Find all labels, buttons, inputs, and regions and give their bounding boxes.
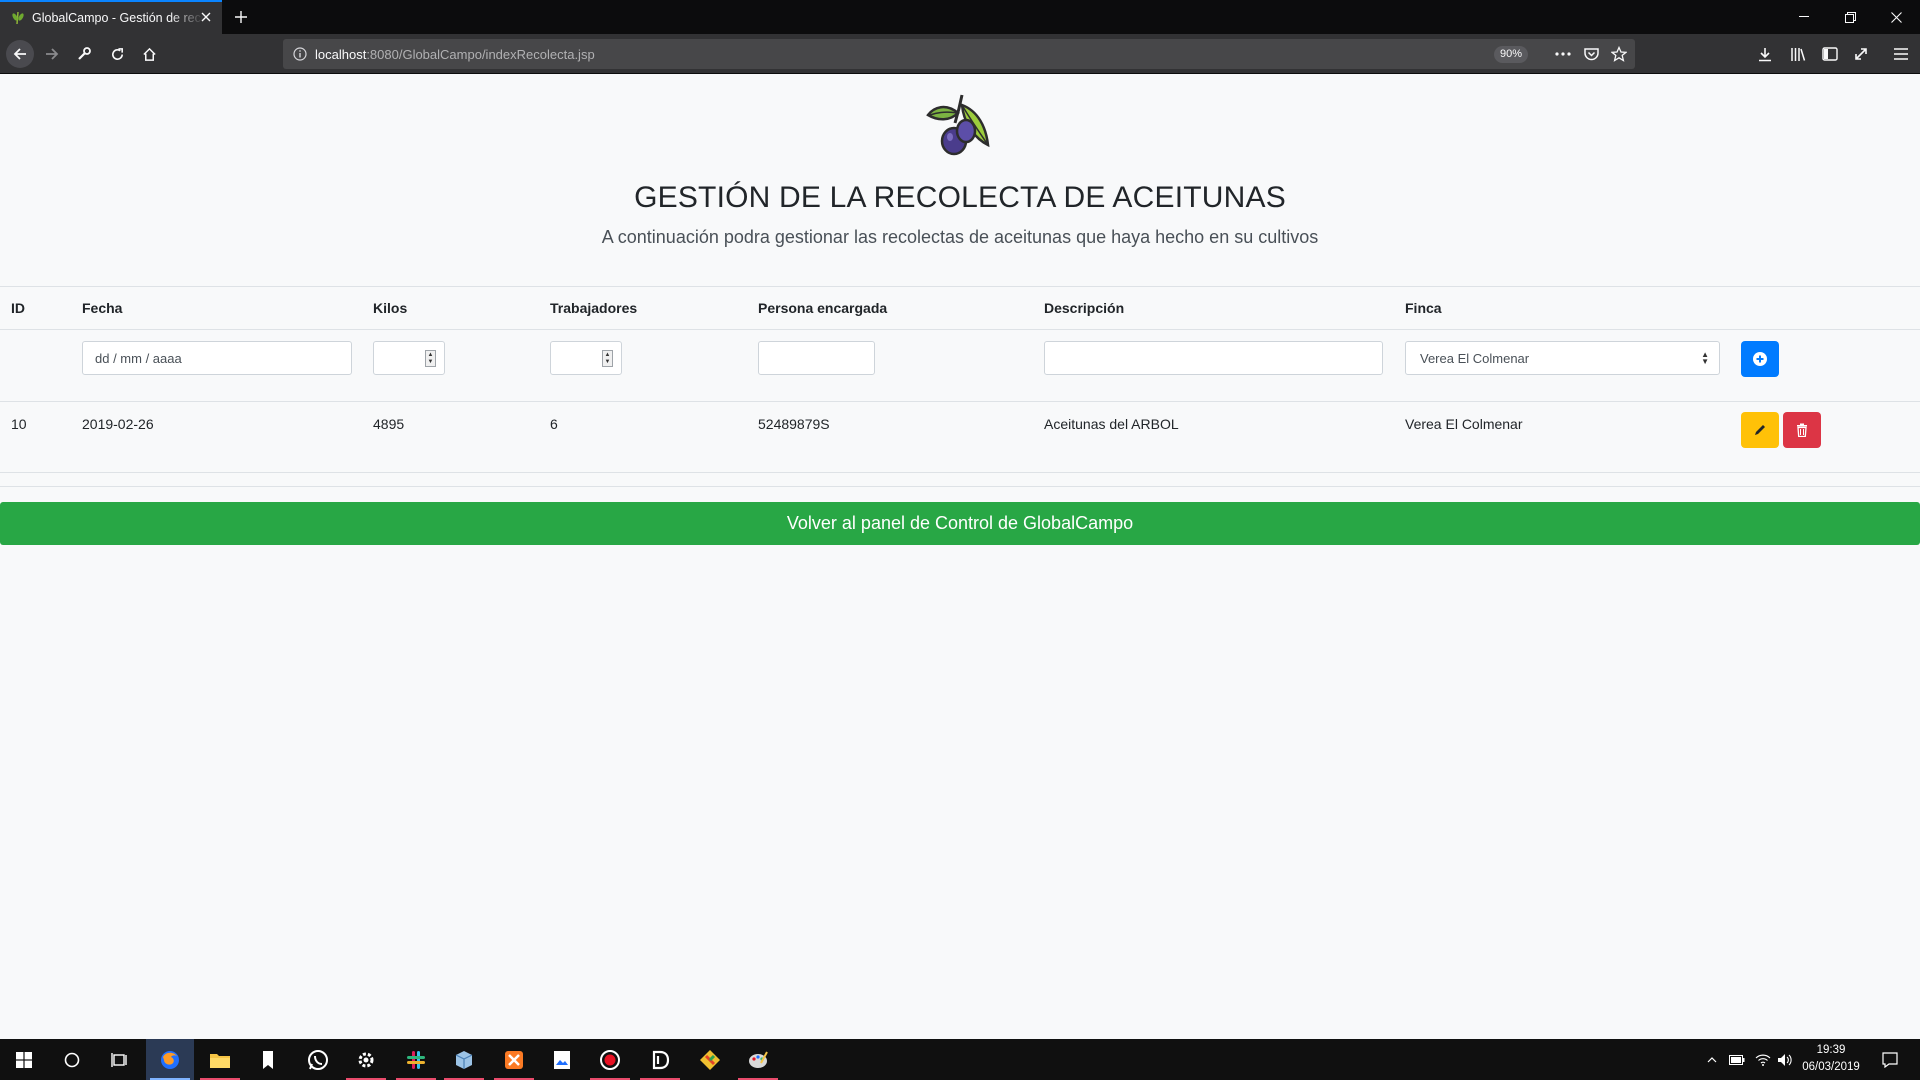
url-text: localhost:8080/GlobalCampo/indexRecolect… xyxy=(315,47,595,62)
browser-tab-title: GlobalCampo - Gestión de recolecta xyxy=(32,11,204,25)
url-path: :8080/GlobalCampo/indexRecolecta.jsp xyxy=(366,46,595,62)
sidebar-toggle-icon[interactable] xyxy=(1816,40,1844,68)
column-header-finca: Finca xyxy=(1405,300,1442,316)
plus-circle-icon xyxy=(1753,352,1767,366)
cell-finca: Verea El Colmenar xyxy=(1405,416,1523,432)
wifi-icon[interactable] xyxy=(1752,1039,1774,1080)
table-top-border xyxy=(0,286,1920,287)
browser-tab-active[interactable]: GlobalCampo - Gestión de recolecta xyxy=(0,0,222,34)
column-header-persona: Persona encargada xyxy=(758,300,888,316)
home-icon[interactable] xyxy=(135,40,163,68)
fullscreen-expand-icon[interactable] xyxy=(1847,40,1875,68)
firefox-icon[interactable] xyxy=(146,1039,194,1080)
cell-id: 10 xyxy=(11,416,27,432)
fecha-placeholder: dd / mm / aaaa xyxy=(95,350,182,366)
finca-select[interactable]: Verea El Colmenar ▲ ▼ xyxy=(1405,341,1720,375)
new-tab-plus-icon[interactable] xyxy=(230,6,252,28)
column-header-trabajadores: Trabajadores xyxy=(550,300,638,316)
xampp-icon[interactable] xyxy=(490,1039,538,1080)
column-header-kilos: Kilos xyxy=(373,300,408,316)
persona-encargada-input[interactable] xyxy=(758,341,875,375)
table-bottom-border xyxy=(0,472,1920,473)
edit-row-button[interactable] xyxy=(1741,412,1779,448)
hamburger-menu-icon[interactable] xyxy=(1887,40,1915,68)
forward-arrow-icon[interactable] xyxy=(38,40,66,68)
cell-trabajadores: 6 xyxy=(550,416,558,432)
olive-logo-icon xyxy=(922,93,998,165)
cell-persona: 52489879S xyxy=(758,416,830,432)
record-icon[interactable] xyxy=(586,1039,634,1080)
finca-selected-value: Verea El Colmenar xyxy=(1420,350,1530,366)
back-arrow-icon[interactable] xyxy=(6,40,34,68)
trabajadores-spinner-arrows-icon[interactable]: ▲ ▼ xyxy=(602,350,613,367)
slack-icon[interactable] xyxy=(392,1039,440,1080)
page-content: GESTIÓN DE LA RECOLECTA DE ACEITUNAS A c… xyxy=(0,75,1920,1039)
tray-chevron-up-icon[interactable] xyxy=(1702,1039,1722,1080)
column-header-id: ID xyxy=(11,300,25,316)
windows-start-icon[interactable] xyxy=(0,1039,48,1080)
descripcion-input[interactable] xyxy=(1044,341,1383,375)
restore-window-icon[interactable] xyxy=(1827,0,1873,34)
whatsapp-icon[interactable] xyxy=(294,1039,342,1080)
volume-icon[interactable] xyxy=(1774,1039,1796,1080)
header-bottom-border xyxy=(0,329,1920,330)
windows-taskbar: 19:39 06/03/2019 xyxy=(0,1039,1920,1080)
fecha-date-input[interactable]: dd / mm / aaaa xyxy=(82,341,352,375)
delete-row-button[interactable] xyxy=(1783,412,1821,448)
close-tab-icon[interactable] xyxy=(198,9,214,25)
trash-icon xyxy=(1797,423,1807,437)
separator-line xyxy=(0,486,1920,487)
trabajadores-number-input[interactable]: ▲ ▼ xyxy=(550,341,622,375)
page-subtitle: A continuación podra gestionar las recol… xyxy=(601,227,1319,247)
reload-icon[interactable] xyxy=(103,40,131,68)
settings-icon[interactable] xyxy=(342,1039,390,1080)
cell-descripcion: Aceitunas del ARBOL xyxy=(1044,416,1179,432)
photos-icon[interactable] xyxy=(538,1039,586,1080)
back-to-control-panel-button[interactable]: Volver al panel de Control de GlobalCamp… xyxy=(0,502,1920,545)
clock-date: 06/03/2019 xyxy=(1802,1061,1860,1073)
column-header-descripcion: Descripción xyxy=(1044,300,1125,316)
olive-favicon-icon xyxy=(10,10,26,26)
browser-toolbar: localhost:8080/GlobalCampo/indexRecolect… xyxy=(0,34,1920,74)
taskbar-clock[interactable]: 19:39 06/03/2019 xyxy=(1796,1042,1866,1076)
search-circle-icon[interactable] xyxy=(48,1039,96,1080)
task-view-icon[interactable] xyxy=(96,1039,144,1080)
battery-icon[interactable] xyxy=(1726,1039,1748,1080)
cell-kilos: 4895 xyxy=(373,416,405,432)
close-window-icon[interactable] xyxy=(1873,0,1919,34)
address-bar[interactable]: localhost:8080/GlobalCampo/indexRecolect… xyxy=(283,39,1635,69)
file-explorer-icon[interactable] xyxy=(196,1039,244,1080)
wrench-icon[interactable] xyxy=(70,40,98,68)
browser-tab-bar: GlobalCampo - Gestión de recolecta xyxy=(0,0,1920,34)
cell-fecha: 2019-02-26 xyxy=(82,416,154,432)
zoom-level-badge[interactable]: 90% xyxy=(1494,46,1529,63)
url-host: localhost xyxy=(315,46,367,62)
page-actions-dots-icon[interactable] xyxy=(1552,43,1574,65)
downloads-icon[interactable] xyxy=(1751,40,1779,68)
kilos-spinner-arrows-icon[interactable]: ▲ ▼ xyxy=(425,350,436,367)
clock-time: 19:39 xyxy=(1816,1044,1846,1056)
page-title: GESTIÓN DE LA RECOLECTA DE ACEITUNAS xyxy=(634,181,1286,214)
add-recolecta-button[interactable] xyxy=(1741,341,1779,377)
dbeaver-icon[interactable] xyxy=(636,1039,684,1080)
row-divider xyxy=(0,401,1920,402)
column-header-fecha: Fecha xyxy=(82,300,123,316)
bookmark-star-icon[interactable] xyxy=(1608,43,1630,65)
info-circle-icon[interactable] xyxy=(287,39,313,69)
select-caret-icon: ▲ ▼ xyxy=(1701,350,1709,366)
pocket-icon[interactable] xyxy=(1580,43,1602,65)
library-icon[interactable] xyxy=(1784,40,1812,68)
git-icon[interactable] xyxy=(686,1039,734,1080)
bookmark-app-icon[interactable] xyxy=(244,1039,292,1080)
kilos-number-input[interactable]: ▲ ▼ xyxy=(373,341,445,375)
pencil-icon xyxy=(1755,425,1765,435)
paint-icon[interactable] xyxy=(734,1039,782,1080)
box-app-icon[interactable] xyxy=(440,1039,488,1080)
notifications-icon[interactable] xyxy=(1874,1039,1906,1080)
minimize-window-icon[interactable] xyxy=(1781,0,1827,34)
